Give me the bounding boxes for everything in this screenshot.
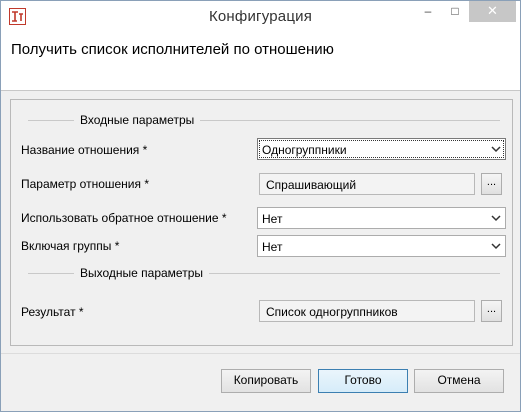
cancel-button[interactable]: Отмена: [414, 369, 504, 393]
footer-divider: [1, 353, 520, 354]
close-button[interactable]: ✕: [469, 1, 516, 22]
relation-name-value: Одногруппники: [262, 143, 347, 157]
result-value: Список одногруппников: [266, 305, 398, 319]
chevron-down-icon: [491, 215, 501, 222]
reverse-relation-label: Использовать обратное отношение *: [21, 211, 227, 225]
include-groups-value: Нет: [262, 240, 283, 254]
relation-param-browse-button[interactable]: ...: [481, 173, 502, 195]
relation-param-value: Спрашивающий: [266, 178, 357, 192]
relation-name-label: Название отношения *: [21, 143, 148, 157]
done-button[interactable]: Готово: [318, 369, 408, 393]
include-groups-select[interactable]: Нет: [257, 235, 506, 257]
relation-name-select[interactable]: Одногруппники: [257, 138, 506, 160]
result-browse-button[interactable]: ...: [481, 300, 502, 322]
include-groups-label: Включая группы *: [21, 239, 120, 253]
minimize-button[interactable]: –: [414, 1, 442, 22]
reverse-relation-value: Нет: [262, 212, 283, 226]
chevron-down-icon: [491, 243, 501, 250]
output-section-label: Выходные параметры: [74, 266, 210, 280]
configuration-dialog: Конфигурация – □ ✕ Получить список испол…: [0, 0, 521, 412]
result-label: Результат *: [21, 305, 84, 319]
maximize-button[interactable]: □: [442, 1, 468, 22]
relation-param-field[interactable]: Спрашивающий: [259, 173, 475, 195]
dialog-header: Получить список исполнителей по отношени…: [1, 32, 520, 91]
title-bar[interactable]: Конфигурация – □ ✕: [1, 1, 520, 32]
chevron-down-icon: [491, 146, 501, 153]
reverse-relation-select[interactable]: Нет: [257, 207, 506, 229]
input-section-label: Входные параметры: [74, 113, 201, 127]
form-panel: Входные параметры Название отношения * О…: [10, 99, 513, 346]
copy-button[interactable]: Копировать: [221, 369, 311, 393]
relation-param-label: Параметр отношения *: [21, 177, 150, 191]
page-title: Получить список исполнителей по отношени…: [11, 41, 334, 58]
result-field[interactable]: Список одногруппников: [259, 300, 475, 322]
